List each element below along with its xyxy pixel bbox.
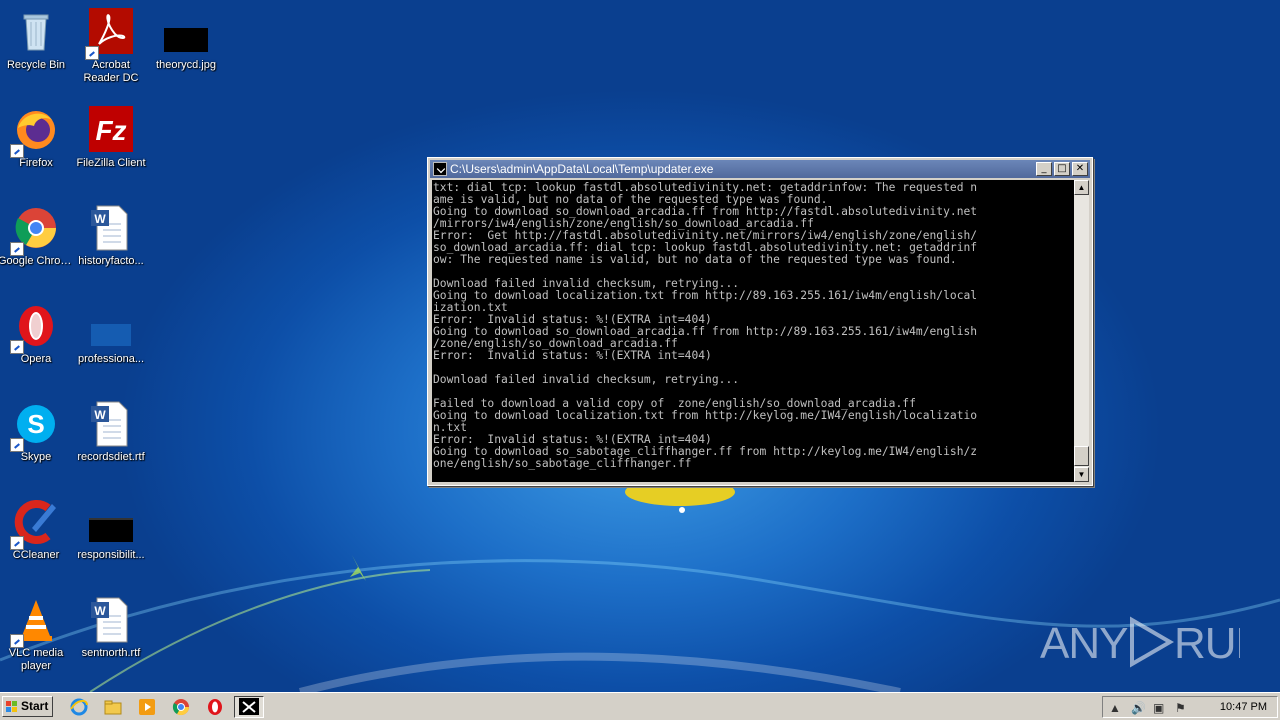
console-taskbar-icon [239, 698, 259, 715]
close-button[interactable]: ✕ [1072, 162, 1088, 176]
action-center-flag-icon[interactable]: ⚑ [1175, 701, 1186, 715]
clock[interactable]: 10:47 PM [1220, 701, 1267, 713]
scroll-down-arrow-icon[interactable]: ▼ [1074, 467, 1089, 482]
chrome-icon [10, 204, 60, 256]
desktop-icon-label: theorycd.jpg [156, 59, 216, 71]
vlc-icon [10, 596, 60, 648]
shortcut-arrow-icon [10, 340, 24, 354]
desktop-icon-label: Firefox [19, 157, 53, 169]
file-icon [87, 302, 135, 350]
show-hidden-icons-icon[interactable]: ▲ [1109, 701, 1121, 715]
windows-explorer-icon[interactable] [103, 697, 123, 717]
desktop: Recycle Bin Firefox Google Chrome Opera … [0, 0, 1280, 692]
scroll-up-arrow-icon[interactable]: ▲ [1074, 180, 1089, 195]
chrome-taskbar-icon[interactable] [171, 697, 191, 717]
anyrun-watermark: ANY RUN [1040, 612, 1267, 672]
shortcut-arrow-icon [10, 438, 24, 452]
console-app-icon[interactable] [433, 162, 447, 176]
network-icon[interactable]: ▣ [1153, 701, 1164, 715]
desktop-icon-recycle-bin[interactable]: Recycle Bin [0, 8, 74, 72]
image-thumbnail-icon [87, 498, 135, 546]
desktop-icon-ccleaner[interactable]: CCleaner [0, 498, 74, 562]
shortcut-arrow-icon [85, 46, 99, 60]
svg-text:ANY: ANY [1040, 619, 1128, 668]
image-thumbnail-icon [162, 8, 210, 56]
windows-flag-icon [6, 701, 17, 712]
desktop-icon-label: FileZilla Client [76, 157, 146, 169]
firefox-icon [10, 106, 60, 158]
svg-text:W: W [94, 212, 106, 226]
shortcut-arrow-icon [10, 536, 24, 550]
desktop-icon-label: Opera [20, 353, 52, 365]
media-player-icon[interactable] [137, 697, 157, 717]
svg-text:S: S [27, 409, 44, 439]
desktop-icon-label: Recycle Bin [6, 59, 66, 71]
scrollbar-thumb[interactable] [1074, 446, 1089, 466]
taskbar-console-button[interactable] [234, 696, 264, 718]
desktop-icon-label: professiona... [77, 353, 145, 365]
console-output[interactable]: txt: dial tcp: lookup fastdl.absolutediv… [432, 180, 1074, 482]
desktop-icon-firefox[interactable]: Firefox [0, 106, 74, 170]
start-label: Start [21, 699, 49, 713]
shortcut-arrow-icon [10, 634, 24, 648]
svg-text:W: W [94, 604, 106, 618]
desktop-icon-acrobat-reader-dc[interactable]: Acrobat Reader DC [73, 8, 149, 85]
desktop-icon-label: responsibilit... [77, 549, 145, 561]
word-document-icon: W [87, 400, 135, 448]
desktop-icon-recordsdiet-rtf[interactable]: W recordsdiet.rtf [73, 400, 149, 464]
desktop-icon-label: Google Chrome [0, 255, 74, 267]
desktop-icon-responsibilit[interactable]: responsibilit... [73, 498, 149, 562]
desktop-icon-professiona[interactable]: professiona... [73, 302, 149, 366]
word-document-icon: W [87, 204, 135, 252]
desktop-icon-label: sentnorth.rtf [81, 647, 141, 659]
desktop-icon-vlc-media-player[interactable]: VLC media player [0, 596, 74, 673]
desktop-icon-label: VLC media player [8, 647, 64, 672]
console-window[interactable]: C:\Users\admin\AppData\Local\Temp\update… [427, 157, 1093, 486]
desktop-icon-opera[interactable]: Opera [0, 302, 74, 366]
console-vertical-scrollbar[interactable]: ▲ ▼ [1074, 180, 1089, 482]
internet-explorer-icon[interactable] [69, 697, 89, 717]
desktop-icon-label: CCleaner [12, 549, 60, 561]
desktop-icon-sentnorth-rtf[interactable]: W sentnorth.rtf [73, 596, 149, 660]
opera-taskbar-icon[interactable] [205, 697, 225, 717]
acrobat-icon [85, 8, 135, 60]
ccleaner-icon [10, 498, 60, 550]
skype-icon: S [10, 400, 60, 452]
maximize-button[interactable]: □ [1054, 162, 1070, 176]
minimize-button[interactable]: _ [1036, 162, 1052, 176]
volume-icon[interactable]: 🔊 [1131, 701, 1146, 715]
recycle-bin-icon [12, 8, 60, 56]
desktop-icon-label: Acrobat Reader DC [83, 59, 139, 84]
svg-text:W: W [94, 408, 106, 422]
console-title: C:\Users\admin\AppData\Local\Temp\update… [450, 162, 714, 176]
start-button[interactable]: Start [2, 696, 53, 717]
desktop-icon-historyfacto[interactable]: W historyfacto... [73, 204, 149, 268]
desktop-icon-theorycd-jpg[interactable]: theorycd.jpg [148, 8, 224, 72]
svg-text:RUN: RUN [1174, 619, 1240, 668]
desktop-icon-skype[interactable]: S Skype [0, 400, 74, 464]
word-document-icon: W [87, 596, 135, 644]
shortcut-arrow-icon [10, 144, 24, 158]
desktop-icon-label: recordsdiet.rtf [77, 451, 145, 463]
system-tray: ▲ 🔊 ▣ ⚑ 10:47 PM [1102, 696, 1278, 718]
desktop-icon-google-chrome[interactable]: Google Chrome [0, 204, 74, 268]
desktop-icon-filezilla-client[interactable]: Fz FileZilla Client [73, 106, 149, 170]
svg-text:Fz: Fz [95, 115, 126, 146]
desktop-icon-label: Skype [20, 451, 52, 463]
desktop-icon-label: historyfacto... [78, 255, 144, 267]
opera-icon [10, 302, 60, 354]
shortcut-arrow-icon [10, 242, 24, 256]
taskbar: Start ▲ 🔊 ▣ ⚑ 10:47 PM [0, 692, 1280, 720]
console-titlebar[interactable]: C:\Users\admin\AppData\Local\Temp\update… [430, 160, 1090, 178]
filezilla-icon: Fz [87, 106, 135, 154]
